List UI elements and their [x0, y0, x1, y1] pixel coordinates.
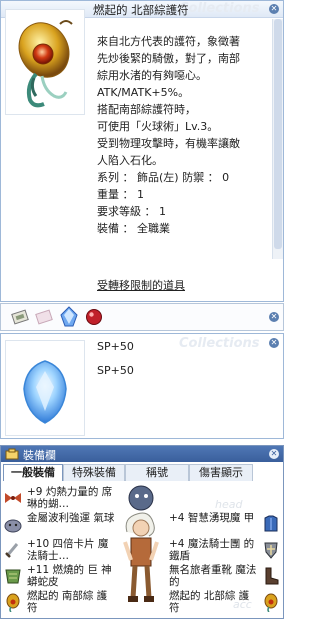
equipment-title: 裝備欄 — [23, 449, 56, 462]
equipment-slot[interactable]: +9 灼熱力量的 席琳的蝴… — [3, 486, 119, 512]
equipment-icon — [5, 448, 19, 460]
description-line: 系列 ： 飾品(左) 防禦 ： 0 — [97, 171, 230, 184]
tab-title[interactable]: 稱號 — [125, 464, 189, 481]
equipment-tabs: 一般裝備 特殊裝備 稱號 傷害顯示 — [1, 464, 283, 482]
description-line: 裝備 ： 全職業 — [97, 222, 170, 235]
equipment-slot[interactable]: +4 智慧湧現魔 甲 — [169, 512, 281, 538]
equipment-slot[interactable]: 燃起的 北部綜 護符 — [169, 590, 281, 616]
trade-restriction-label: 受轉移限制的道具 — [97, 279, 185, 292]
right-equipment-list: +4 智慧湧現魔 甲 +4 魔法騎士團 的 鐵盾 無名旅者重靴 魔法的 燃起的 … — [169, 512, 281, 616]
armor-icon — [264, 515, 278, 532]
dagger-icon — [5, 543, 19, 558]
equipment-slot[interactable]: 金屬波利強運 氣球 — [3, 512, 119, 538]
tab-special[interactable]: 特殊裝備 — [63, 464, 125, 481]
card-effect: SP+50 — [97, 364, 134, 377]
metal-poring-icon — [4, 519, 22, 533]
tab-general[interactable]: 一般裝備 — [3, 464, 63, 481]
equipment-slot-label: 燃起的 南部綜 護符 — [27, 590, 108, 614]
equipment-slot[interactable]: 燃起的 南部綜 護符 — [3, 590, 119, 616]
close-icon[interactable]: ✕ — [269, 4, 279, 14]
description-line: 重量 ： 1 — [97, 188, 144, 201]
equipment-slot-label: 無名旅者重靴 魔法的 — [169, 564, 257, 588]
red-orb-icon[interactable] — [85, 308, 103, 326]
description-line: 可使用「火球術」Lv.3。 — [97, 120, 219, 133]
amulet-icon — [264, 593, 278, 612]
item-image — [5, 9, 85, 115]
description-line: 受到物理攻擊時，有機率讓敵 — [97, 137, 240, 150]
equipment-header[interactable]: 裝備欄 ✕ — [1, 446, 283, 462]
equipment-slot[interactable]: +10 四倍卡片 魔法騎士… — [3, 538, 119, 564]
amulet-icon — [6, 593, 20, 612]
bow-tie-icon — [5, 493, 21, 503]
card-slot-icon[interactable] — [11, 308, 29, 326]
watermark: Collections — [179, 1, 260, 16]
empty-card-slot-icon[interactable] — [35, 308, 53, 326]
watermark: Collections — [179, 336, 260, 351]
equipment-slot-label: +4 魔法騎士團 的 鐵盾 — [169, 538, 255, 562]
snakeskin-icon — [5, 569, 21, 584]
equipment-window: 裝備欄 ✕ 一般裝備 特殊裝備 稱號 傷害顯示 head acc +9 灼熱力量… — [0, 445, 284, 619]
description-line: 要求等級 ： 1 — [97, 205, 166, 218]
equipment-slot[interactable]: +4 魔法騎士團 的 鐵盾 — [169, 538, 281, 564]
close-icon[interactable]: ✕ — [269, 449, 279, 459]
item-title: 燃起的 北部綜護符 — [93, 3, 189, 17]
equipment-slot-label: +11 燃燒的 巨 神蟒蛇皮 — [27, 564, 112, 588]
equipment-slot-label: +10 四倍卡片 魔法騎士… — [27, 538, 109, 562]
amulet-icon — [18, 20, 73, 108]
shield-icon — [264, 542, 278, 559]
ice-crystal-icon — [23, 360, 67, 424]
description-line: 綜用水渚的有夠噁心。 — [97, 69, 207, 82]
equipment-slot-label: 金屬波利強運 氣球 — [27, 512, 115, 524]
equipment-slot-label: +4 智慧湧現魔 甲 — [169, 512, 255, 524]
equipment-slot-label: +9 灼熱力量的 席琳的蝴… — [27, 486, 113, 510]
ghost-label-head: head — [215, 498, 243, 511]
card-info-window: Collections ✕ SP+50 SP+50 — [0, 333, 284, 439]
description-line: 來自北方代表的護符，象徵著 — [97, 35, 240, 48]
description-line: ATK/MATK+5%。 — [97, 86, 190, 99]
scrollbar[interactable] — [272, 19, 283, 259]
card-image — [5, 340, 85, 436]
character-icon — [123, 485, 159, 602]
character-sprite — [113, 482, 169, 616]
item-description: 來自北方代表的護符，象徵著 先炒後緊的騎傲，對了，南部 綜用水渚的有夠噁心。 A… — [97, 33, 277, 237]
description-line: 人陷入石化。 — [97, 154, 163, 167]
equipment-slot-label: 燃起的 北部綜 護符 — [169, 590, 250, 614]
boots-icon — [265, 567, 279, 585]
close-icon[interactable]: ✕ — [269, 312, 279, 322]
description-line: 先炒後緊的騎傲，對了，南部 — [97, 52, 240, 65]
close-icon[interactable]: ✕ — [269, 338, 279, 348]
card-title: SP+50 — [97, 340, 134, 353]
ice-crystal-icon[interactable] — [59, 306, 79, 328]
scrollbar-thumb[interactable] — [274, 19, 282, 249]
tab-damage[interactable]: 傷害顯示 — [189, 464, 253, 481]
equipment-slot[interactable]: +11 燃燒的 巨 神蟒蛇皮 — [3, 564, 119, 590]
item-info-window: Collections 燃起的 北部綜護符 ✕ 來自北方代表的護符，象徵著 先炒… — [0, 0, 284, 302]
description-line: 搭配南部綜護符時， — [97, 103, 196, 116]
equipment-slot[interactable]: 無名旅者重靴 魔法的 — [169, 564, 281, 590]
card-slot-strip: ✕ — [0, 303, 284, 331]
left-equipment-list: +9 灼熱力量的 席琳的蝴… 金屬波利強運 氣球 +10 四倍卡片 魔法騎士… … — [3, 486, 119, 616]
